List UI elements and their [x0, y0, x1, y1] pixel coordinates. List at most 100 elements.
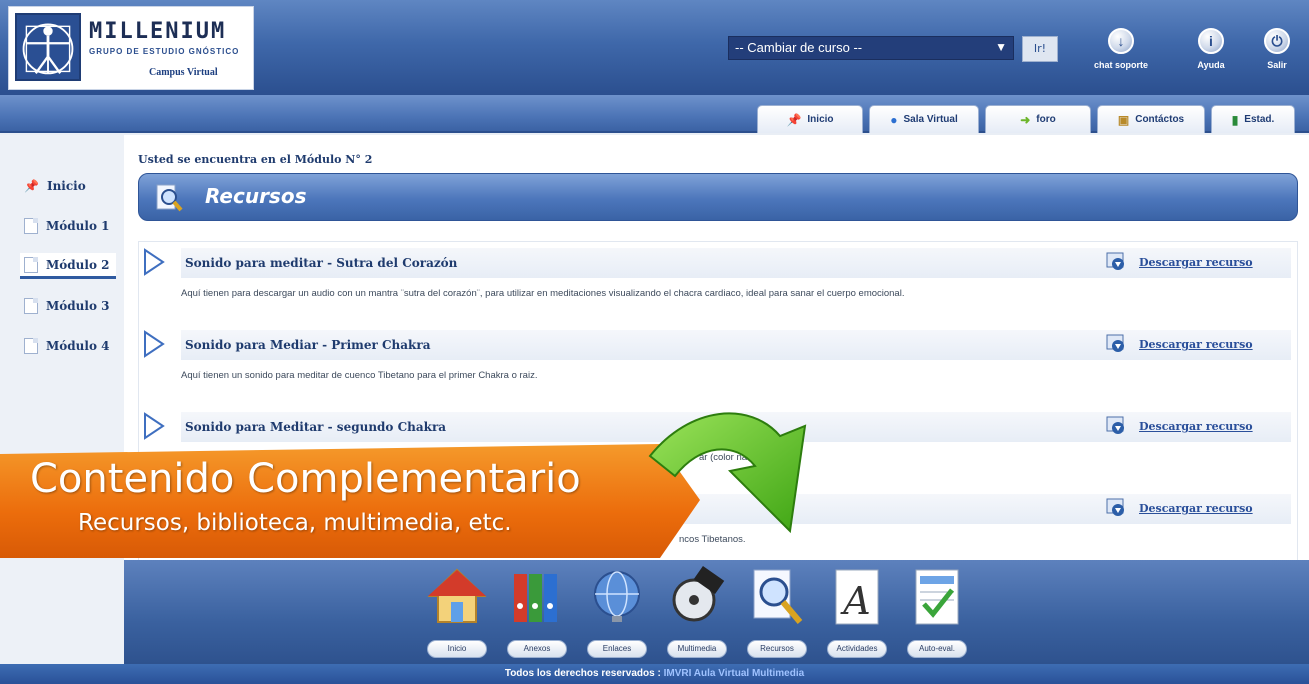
tab-estadisticas[interactable]: ▮ Estad. [1211, 105, 1295, 133]
banner-title: Contenido Complementario [30, 456, 581, 502]
resource-description: Aquí tienen para descargar un audio con … [181, 288, 905, 299]
arrow-icon: ➜ [1020, 112, 1031, 127]
magnifier-icon [753, 569, 803, 624]
sidebar: 📌 Inicio Módulo 1 Módulo 2 Módulo 3 Módu… [0, 135, 124, 665]
sidebar-item-modulo-1[interactable]: Módulo 1 [20, 213, 116, 239]
doc-icon [24, 298, 38, 314]
contacts-icon: ▣ [1117, 112, 1130, 127]
tab-label: Contáctos [1135, 114, 1185, 125]
app-window: MILLENIUM GRUPO DE ESTUDIO GNÓSTICO Camp… [0, 0, 1309, 684]
tab-inicio[interactable]: 📌 Inicio [757, 105, 863, 133]
dock-label: Multimedia [667, 640, 727, 658]
resource-title: Sonido para Meditar - segundo Chakra [185, 420, 447, 434]
chevron-down-icon: ▼ [995, 40, 1007, 54]
dock-label: Anexos [507, 640, 567, 658]
dock-label: Recursos [747, 640, 807, 658]
section-header: Recursos [138, 173, 1298, 221]
bar-chart-icon: ▮ [1231, 112, 1239, 127]
download-icon[interactable] [1105, 332, 1127, 354]
house-icon [427, 568, 487, 623]
resource-title: Sonido para meditar - Sutra del Corazón [185, 256, 458, 270]
banner-subtitle: Recursos, biblioteca, multimedia, etc. [78, 510, 512, 536]
download-resource-link[interactable]: Descargar recurso [1139, 256, 1253, 269]
logo-title: MILLENIUM [89, 19, 227, 44]
salir-button[interactable]: ⏻ Salir [1250, 28, 1304, 70]
chat-soporte-button[interactable]: ↓ chat soporte [1094, 28, 1148, 70]
footer-text: Todos los derechos reservados : [504, 668, 661, 679]
dock-item-inicio[interactable]: Inicio [422, 566, 492, 658]
power-icon: ⏻ [1264, 28, 1290, 54]
tab-contactos[interactable]: ▣ Contáctos [1097, 105, 1205, 133]
download-arrow-icon: ↓ [1108, 28, 1134, 54]
play-arrow-icon [144, 330, 165, 358]
logo-campus: Campus Virtual [149, 67, 218, 78]
chat-bubble-icon: ● [890, 112, 898, 127]
course-select-value: -- Cambiar de curso -- [735, 40, 863, 55]
dock-item-multimedia[interactable]: Multimedia [662, 565, 732, 658]
bottom-dock: Inicio Anexos Enlaces Multimedia Recurso… [124, 560, 1309, 664]
promo-banner: Contenido Complementario Recursos, bibli… [0, 444, 700, 558]
film-reel-icon [672, 565, 725, 622]
logo[interactable]: MILLENIUM GRUPO DE ESTUDIO GNÓSTICO Camp… [8, 6, 254, 90]
vitruvian-logo-icon [15, 13, 81, 81]
info-icon: i [1198, 28, 1224, 54]
play-arrow-icon [144, 412, 165, 440]
dock-label: Enlaces [587, 640, 647, 658]
letter-a-icon: A [835, 569, 879, 625]
dock-label: Auto-eval. [907, 640, 967, 658]
location-breadcrumb: Usted se encuentra en el Módulo N° 2 [138, 153, 373, 166]
sidebar-item-inicio[interactable]: 📌 Inicio [20, 173, 116, 199]
doc-icon [24, 338, 38, 354]
sidebar-item-label: Módulo 2 [46, 257, 110, 272]
sidebar-item-modulo-4[interactable]: Módulo 4 [20, 333, 116, 359]
doc-icon [24, 218, 38, 234]
dock-item-anexos[interactable]: Anexos [502, 566, 572, 658]
green-arrow-icon [648, 412, 807, 534]
section-title: Recursos [205, 184, 307, 208]
svg-text:A: A [840, 579, 870, 623]
download-icon[interactable] [1105, 250, 1127, 272]
dock-item-recursos[interactable]: Recursos [742, 566, 812, 658]
tab-label: Sala Virtual [903, 114, 958, 125]
go-button[interactable]: Ir! [1022, 36, 1058, 62]
ayuda-button[interactable]: i Ayuda [1184, 28, 1238, 70]
doc-icon [24, 256, 38, 273]
resource-description: Aquí tienen un sonido para meditar de cu… [181, 370, 538, 381]
download-resource-link[interactable]: Descargar recurso [1139, 338, 1253, 351]
dock-label: Actividades [827, 640, 887, 658]
checklist-icon [915, 569, 959, 625]
header: MILLENIUM GRUPO DE ESTUDIO GNÓSTICO Camp… [0, 0, 1309, 95]
magnifier-icon [156, 184, 183, 212]
resource-item: Sonido para meditar - Sutra del Corazón … [139, 248, 1299, 328]
footer-highlight: IMVRI Aula Virtual Multimedia [663, 668, 805, 679]
download-icon[interactable] [1105, 496, 1127, 518]
dock-item-enlaces[interactable]: Enlaces [582, 566, 652, 658]
chat-soporte-label: chat soporte [1094, 60, 1149, 70]
download-icon[interactable] [1105, 414, 1127, 436]
download-resource-link[interactable]: Descargar recurso [1139, 420, 1253, 433]
salir-label: Salir [1267, 60, 1287, 70]
dock-item-auto-eval[interactable]: Auto-eval. [902, 566, 972, 658]
course-select[interactable]: -- Cambiar de curso -- ▼ [728, 36, 1014, 60]
sidebar-item-modulo-3[interactable]: Módulo 3 [20, 293, 116, 319]
sidebar-item-modulo-2[interactable]: Módulo 2 [20, 253, 116, 279]
sidebar-item-label: Módulo 4 [46, 339, 110, 353]
dock-item-actividades[interactable]: A Actividades [822, 566, 892, 658]
sidebar-item-label: Módulo 1 [46, 219, 110, 233]
pin-icon: 📌 [24, 179, 39, 193]
sidebar-item-label: Módulo 3 [46, 299, 110, 313]
resource-title: Sonido para Mediar - Primer Chakra [185, 338, 431, 352]
download-resource-link[interactable]: Descargar recurso [1139, 502, 1253, 515]
logo-subtitle: GRUPO DE ESTUDIO GNÓSTICO [89, 47, 240, 56]
dock-label: Inicio [427, 640, 487, 658]
tab-label: Estad. [1244, 114, 1275, 125]
tab-bar: 📌 Inicio ● Sala Virtual ➜ foro ▣ Contáct… [0, 95, 1309, 133]
globe-icon [594, 571, 640, 622]
binders-icon [514, 574, 557, 622]
footer: Todos los derechos reservados : IMVRI Au… [0, 664, 1309, 684]
play-arrow-icon [144, 248, 165, 276]
tab-foro[interactable]: ➜ foro [985, 105, 1091, 133]
tab-sala-virtual[interactable]: ● Sala Virtual [869, 105, 979, 133]
tab-label: Inicio [807, 114, 834, 125]
tab-label: foro [1036, 114, 1056, 125]
